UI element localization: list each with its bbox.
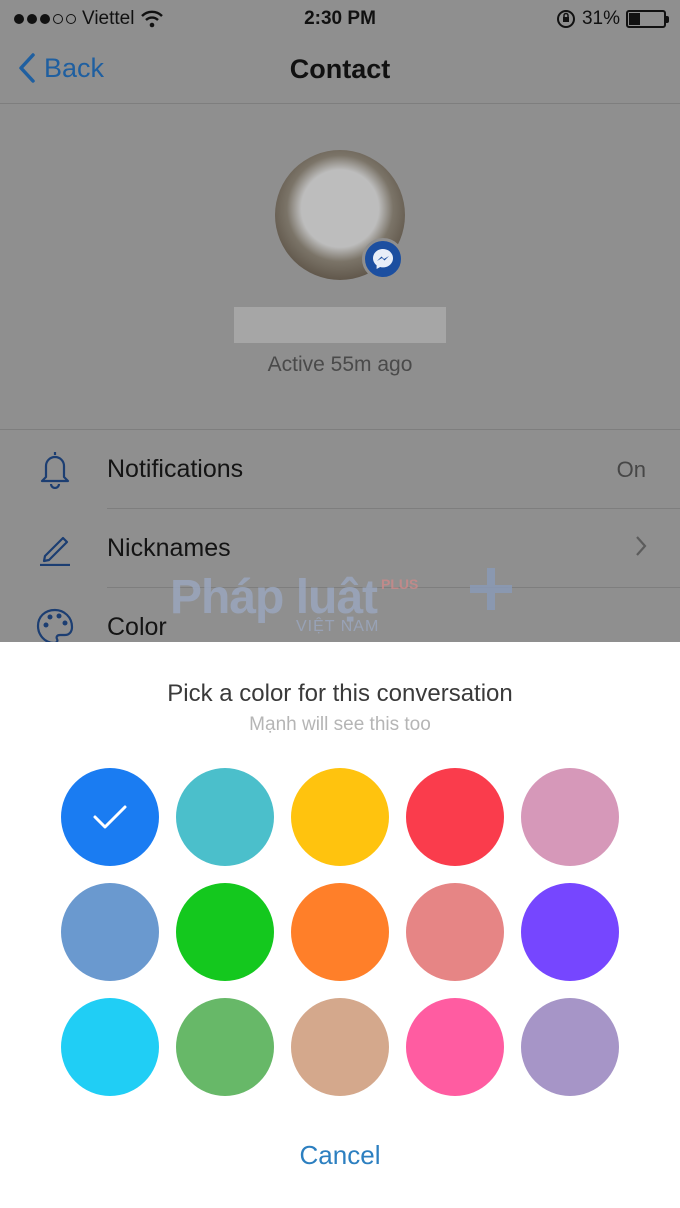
color-swatch[interactable]: [406, 768, 504, 866]
settings-row-label: Nicknames: [107, 534, 231, 562]
color-swatch[interactable]: [291, 883, 389, 981]
color-swatch[interactable]: [406, 998, 504, 1096]
color-swatch[interactable]: [176, 998, 274, 1096]
color-swatch[interactable]: [521, 998, 619, 1096]
settings-row-label: Color: [107, 613, 167, 641]
signal-dot: [66, 14, 76, 24]
carrier-name: Viettel: [82, 8, 135, 29]
settings-row-color[interactable]: Color: [0, 588, 680, 642]
pencil-icon: [34, 527, 76, 569]
signal-dot: [27, 14, 37, 24]
color-swatch[interactable]: [176, 883, 274, 981]
messenger-icon: [362, 238, 404, 280]
settings-row-label: Notifications: [107, 455, 244, 483]
signal-dot: [53, 14, 63, 24]
color-swatch[interactable]: [61, 883, 159, 981]
rotation-lock-icon: [556, 10, 575, 28]
color-swatch[interactable]: [521, 768, 619, 866]
nav-bar: Back Contact: [0, 38, 680, 104]
signal-dot: [14, 14, 24, 24]
settings-row-notifications[interactable]: Notifications On: [0, 430, 680, 509]
battery-icon: [626, 10, 669, 28]
status-bar: Viettel 2:30 PM 31%: [0, 0, 680, 38]
page-title: Contact: [289, 54, 391, 84]
settings-list: Notifications On Nicknames Color: [0, 429, 680, 642]
profile-section: Active 55m ago: [0, 105, 680, 429]
color-swatch[interactable]: [61, 768, 159, 866]
cancel-button[interactable]: Cancel: [0, 1140, 680, 1171]
color-swatch-grid: [61, 768, 621, 1096]
color-swatch[interactable]: [291, 768, 389, 866]
chevron-right-icon: [634, 533, 648, 565]
battery-fill: [629, 13, 640, 25]
color-swatch[interactable]: [291, 998, 389, 1096]
color-swatch[interactable]: [406, 883, 504, 981]
settings-row-nicknames[interactable]: Nicknames: [0, 509, 680, 588]
wifi-icon: [141, 10, 164, 28]
palette-icon: [34, 606, 76, 642]
battery-percent: 31%: [581, 8, 620, 29]
status-right: 31%: [556, 8, 669, 30]
active-status: Active 55m ago: [267, 353, 413, 376]
signal-icon: [14, 14, 76, 24]
bell-icon: [34, 448, 76, 490]
color-swatch[interactable]: [176, 768, 274, 866]
settings-row-value: On: [616, 456, 646, 482]
color-picker-sheet: Pick a color for this conversation Mạnh …: [0, 642, 680, 1208]
sheet-subtitle: Mạnh will see this too: [249, 714, 431, 735]
contact-name-redacted: [234, 307, 446, 343]
status-left: Viettel: [14, 8, 164, 30]
sheet-title: Pick a color for this conversation: [167, 680, 513, 707]
signal-dot: [40, 14, 50, 24]
color-swatch[interactable]: [521, 883, 619, 981]
contact-screen: Viettel 2:30 PM 31% Back Contact Active …: [0, 0, 680, 642]
checkmark-icon: [93, 805, 127, 829]
color-swatch[interactable]: [61, 998, 159, 1096]
